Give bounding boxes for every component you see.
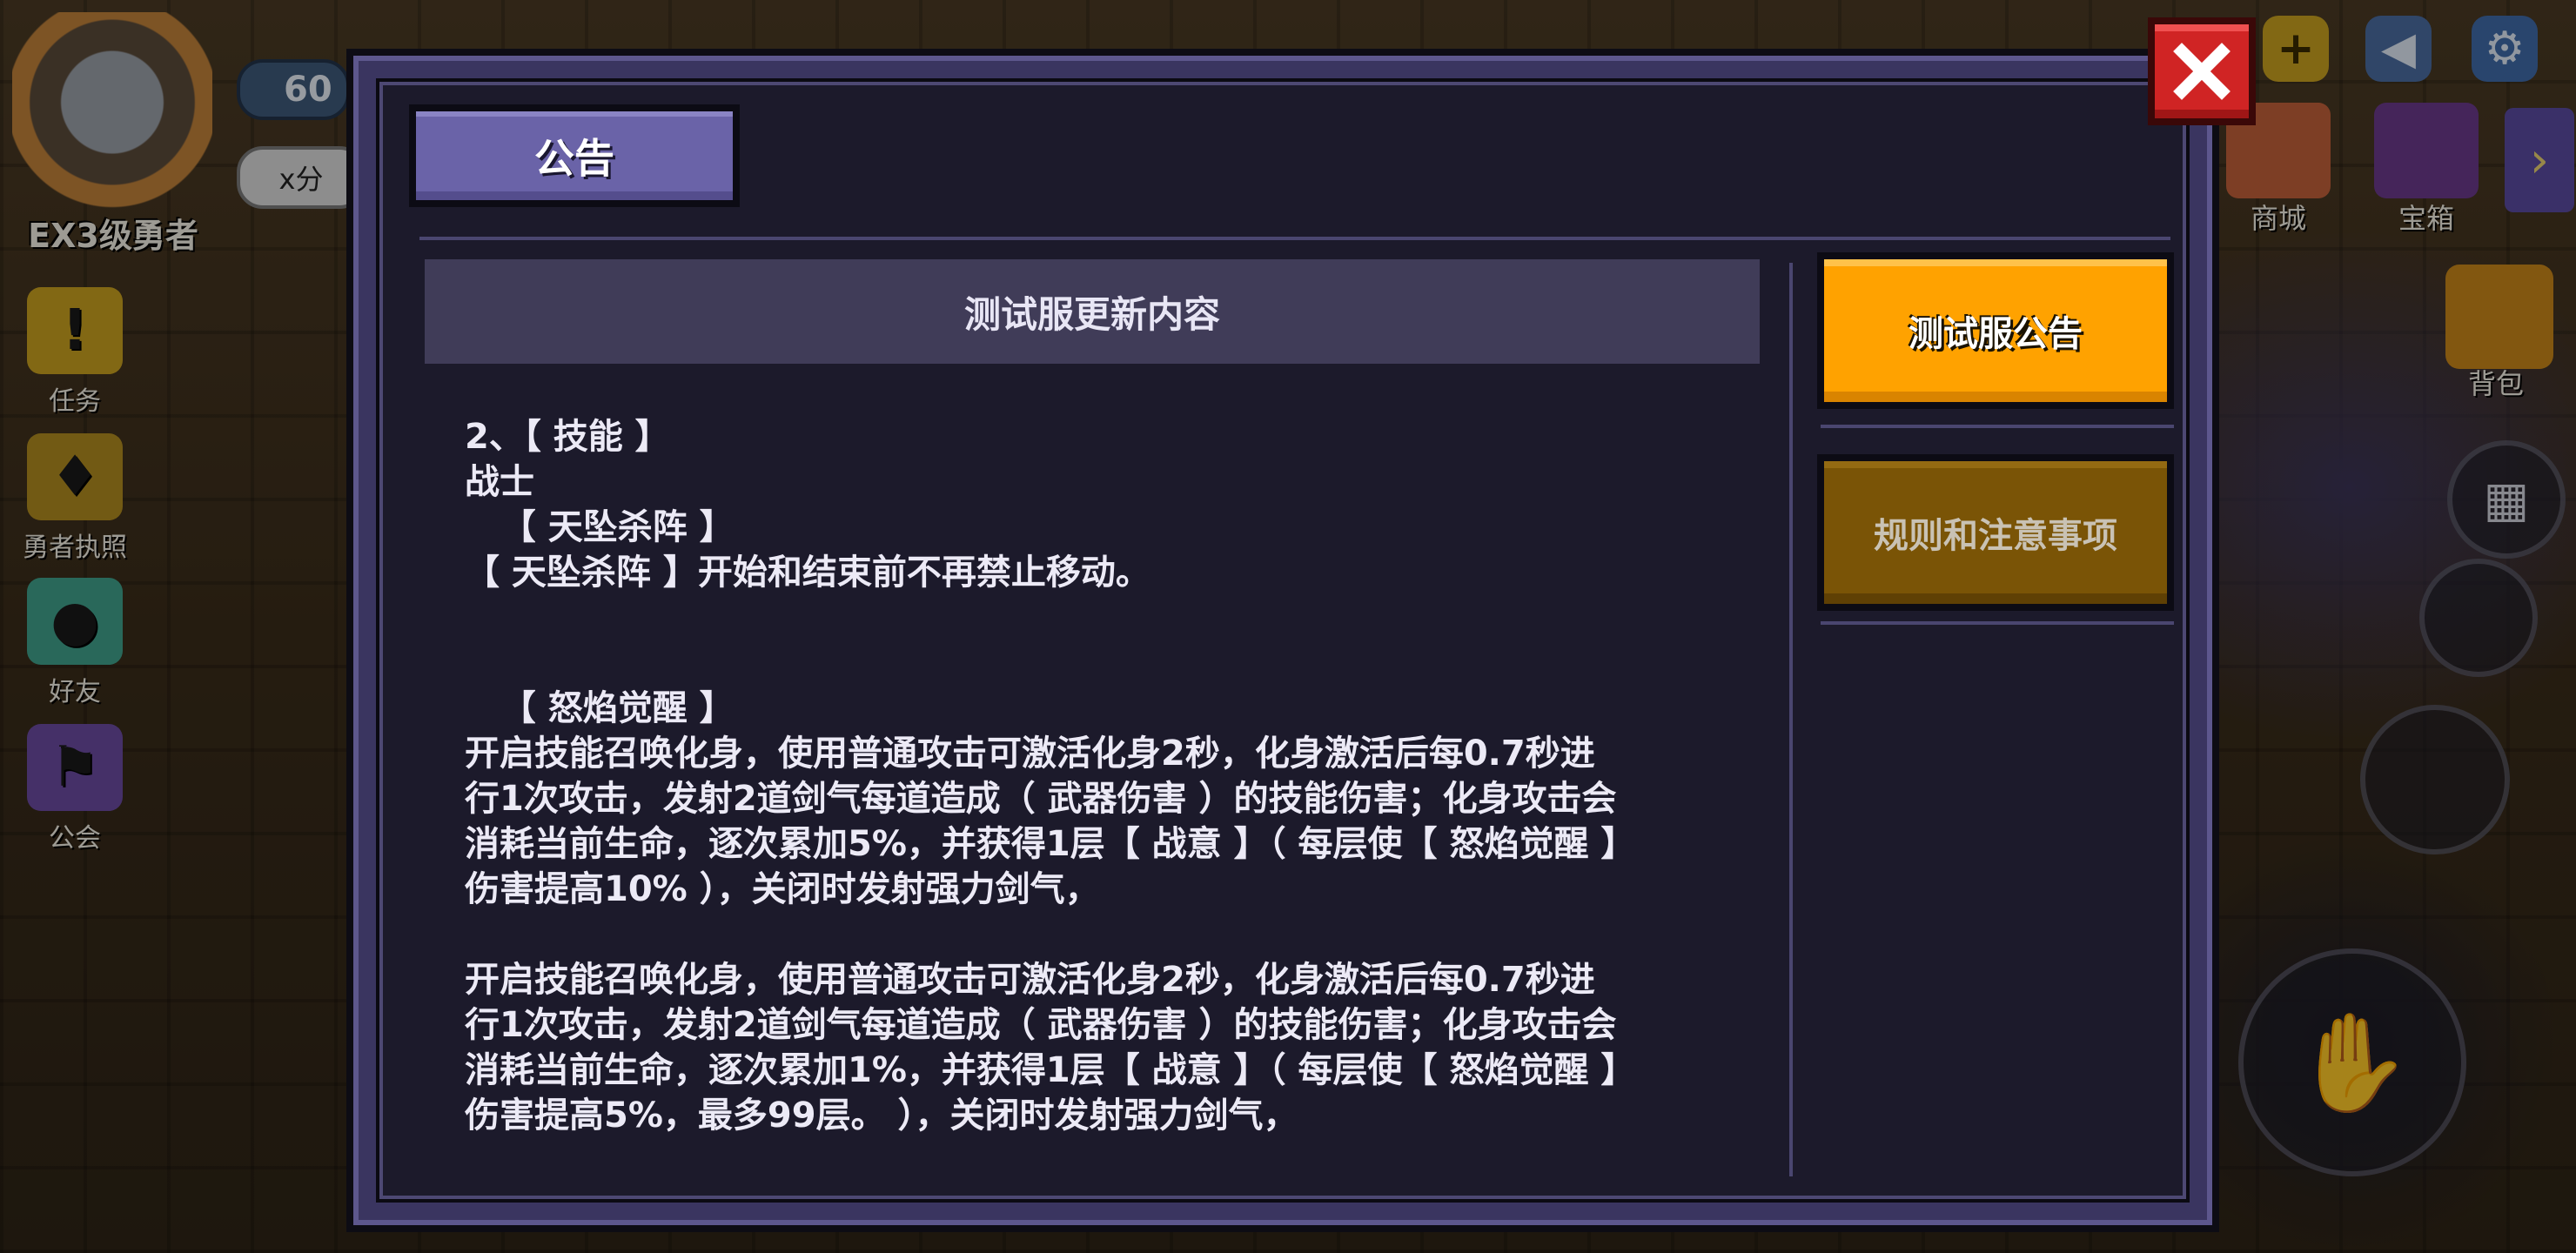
- body-line: 消耗当前生命，逐次累加1%，并获得1层【 战意 】（ 每层使【 怒焰觉醒 】: [465, 1050, 1636, 1090]
- close-icon: [2173, 43, 2231, 100]
- header-divider: [419, 237, 2170, 240]
- vertical-divider: [1789, 263, 1793, 1176]
- body-line: 消耗当前生命，逐次累加5%，并获得1层【 战意 】（ 每层使【 怒焰觉醒 】: [465, 824, 1636, 864]
- body-line: 【 怒焰觉醒 】: [465, 688, 735, 728]
- content-header: 测试服更新内容: [425, 259, 1760, 364]
- tab-rules-and-notes[interactable]: 规则和注意事项: [1817, 454, 2174, 611]
- body-line: 开启技能召唤化身，使用普通攻击可激活化身2秒，化身激活后每0.7秒进: [465, 734, 1595, 774]
- body-line: 行1次攻击，发射2道剑气每道造成（ 武器伤害 ）的技能伤害；化身攻击会: [465, 779, 1617, 819]
- close-button[interactable]: [2148, 17, 2256, 125]
- body-line: 2、【 技能 】: [465, 417, 670, 457]
- tab-test-server-announcement[interactable]: 测试服公告: [1817, 252, 2174, 409]
- body-line: 开启技能召唤化身，使用普通攻击可激活化身2秒，化身激活后每0.7秒进: [465, 960, 1595, 1000]
- body-line: [465, 595, 1753, 640]
- body-line: 战士: [465, 462, 534, 502]
- body-line: 伤害提高10% ），关闭时发射强力剑气，: [465, 869, 1100, 909]
- body-line: 【 天坠杀阵 】开始和结束前不再禁止移动。: [465, 553, 1150, 593]
- announcement-dialog: 公告 测试服更新内容 2、【 技能 】 战士 【 天坠杀阵 】 【 天坠杀阵 】…: [346, 49, 2219, 1232]
- body-line: [465, 912, 1753, 957]
- body-line: 行1次攻击，发射2道剑气每道造成（ 武器伤害 ）的技能伤害；化身攻击会: [465, 1005, 1617, 1045]
- tab-divider: [1821, 621, 2174, 625]
- announcement-content[interactable]: 测试服更新内容 2、【 技能 】 战士 【 天坠杀阵 】 【 天坠杀阵 】开始和…: [425, 259, 1760, 1182]
- body-line: 伤害提高5%，最多99层。 ），关闭时发射强力剑气，: [465, 1096, 1298, 1136]
- body-line: 【 天坠杀阵 】: [465, 507, 735, 547]
- body-line: [465, 640, 1753, 686]
- tab-divider: [1821, 425, 2174, 428]
- dialog-title-tab: 公告: [409, 104, 740, 207]
- announcement-body: 2、【 技能 】 战士 【 天坠杀阵 】 【 天坠杀阵 】开始和结束前不再禁止移…: [465, 414, 1753, 1138]
